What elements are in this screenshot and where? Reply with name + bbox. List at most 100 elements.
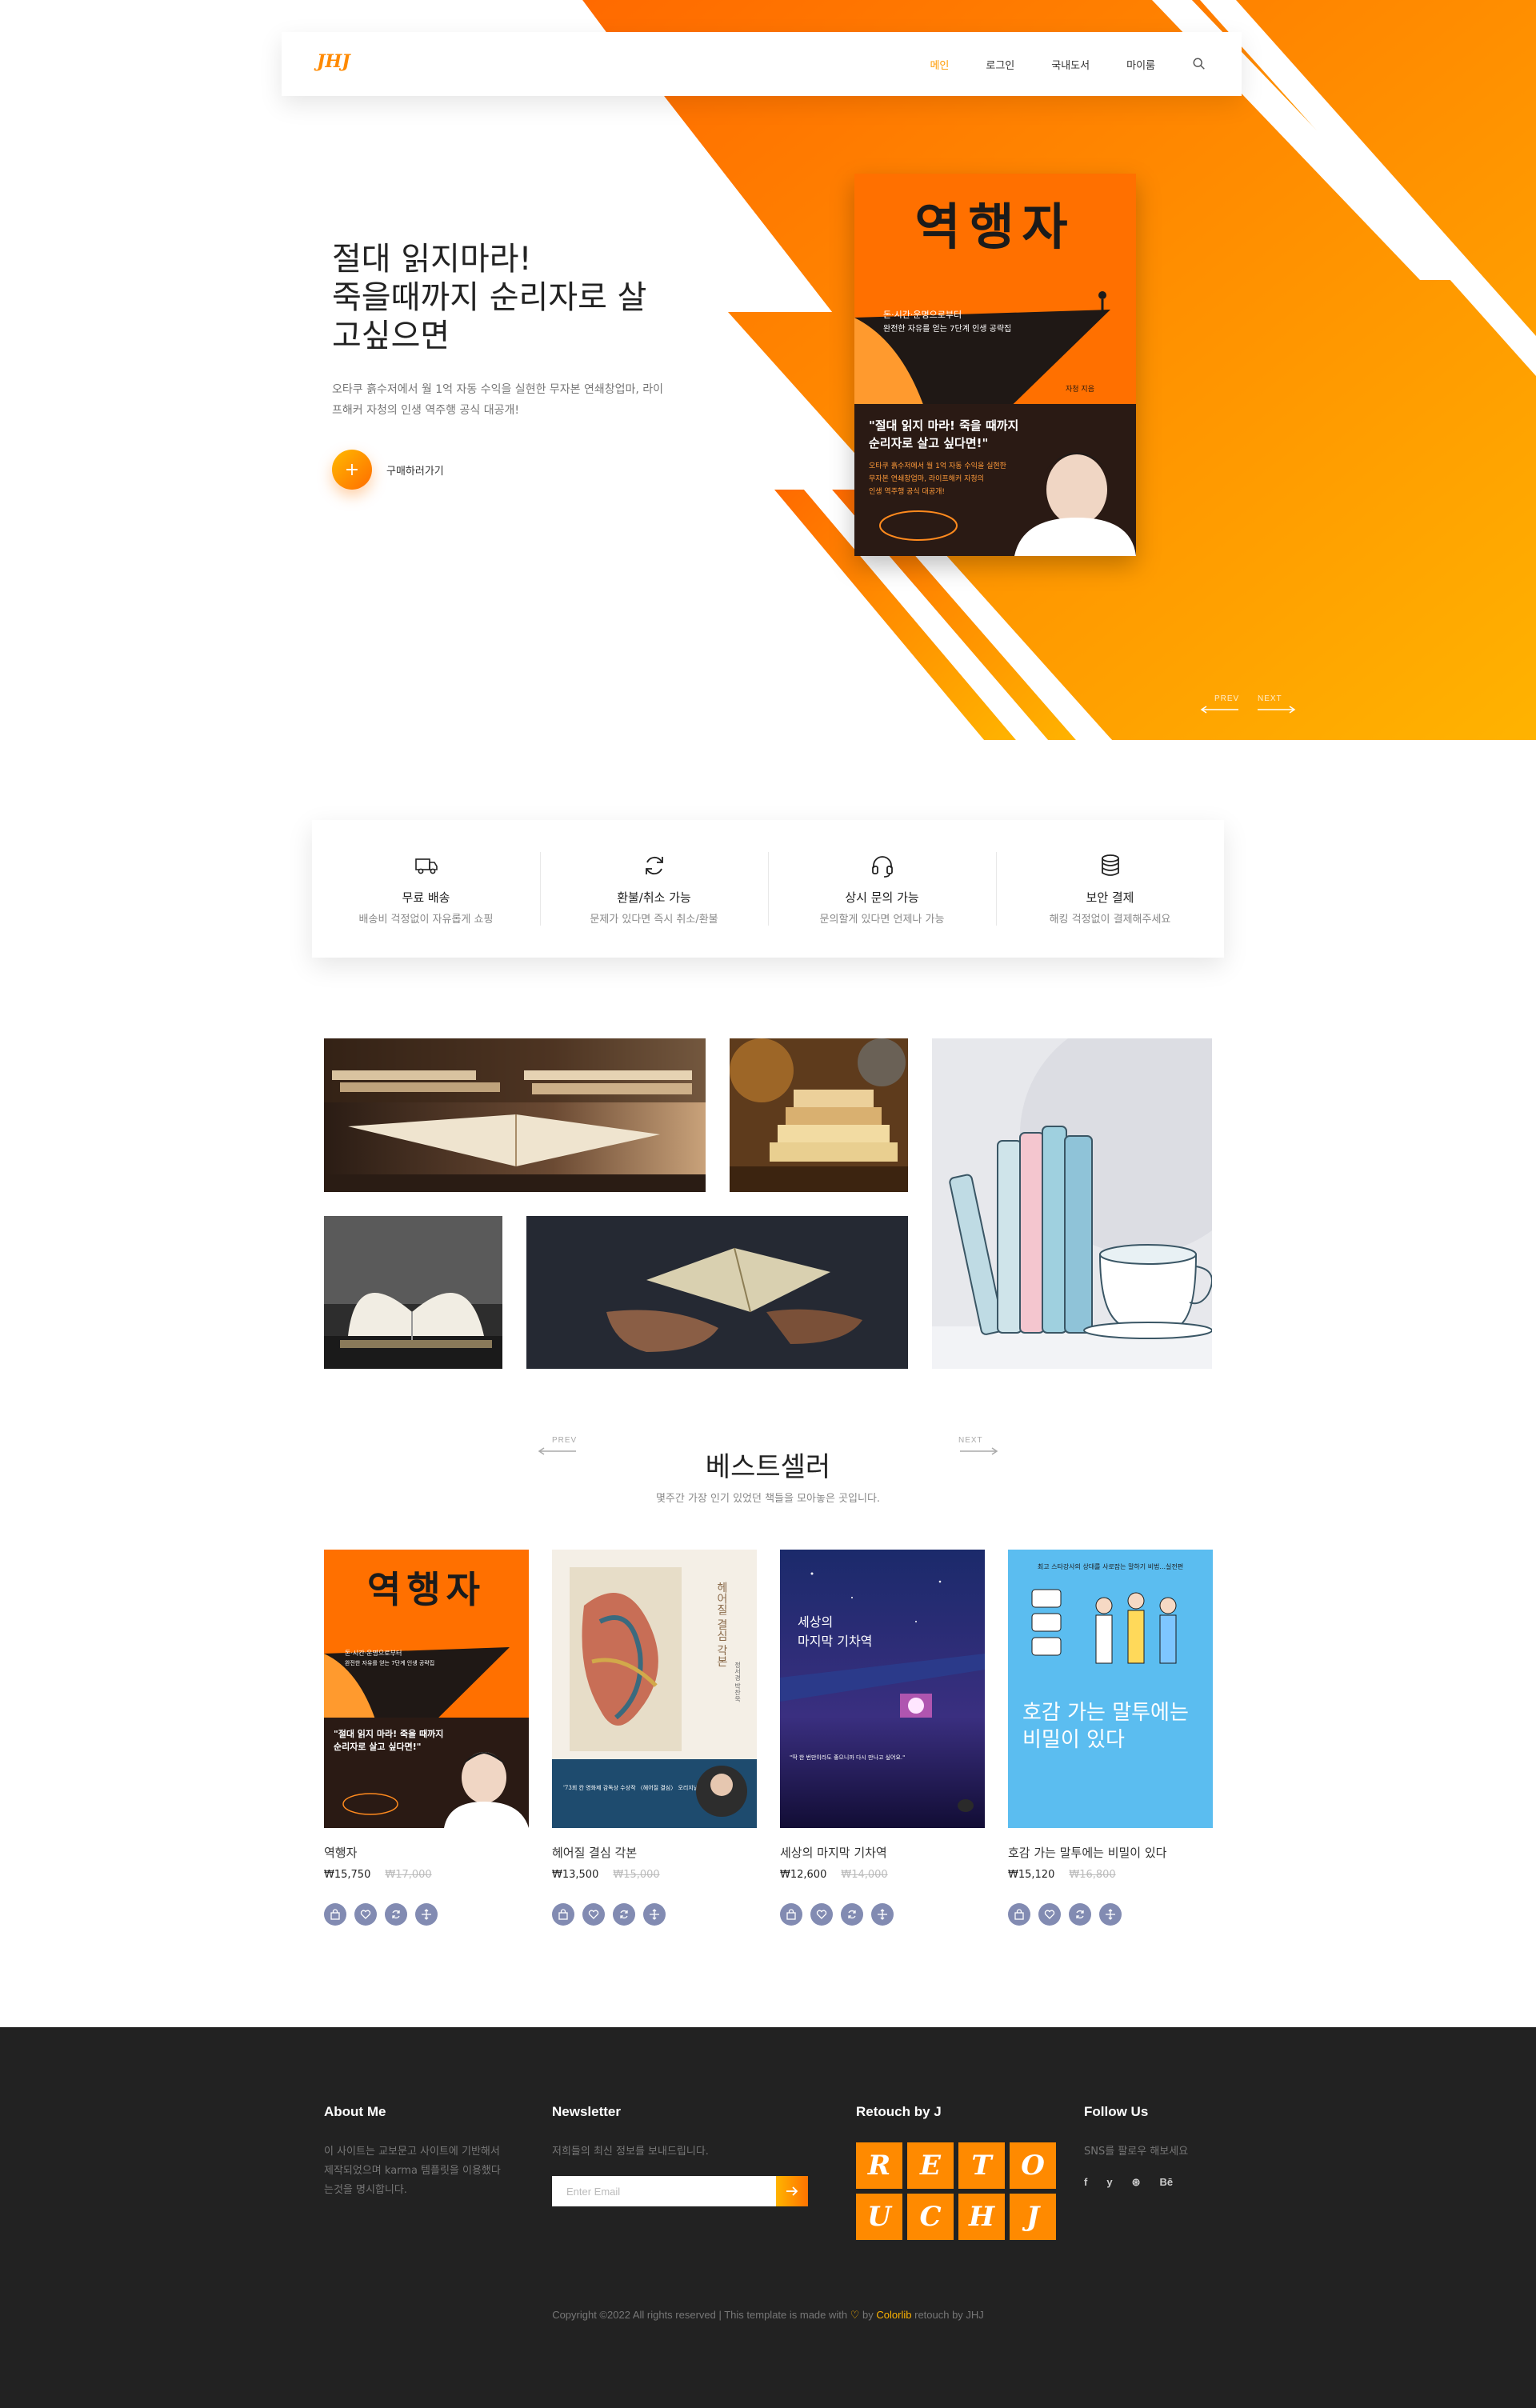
behance-icon[interactable]: Bē — [1159, 2176, 1173, 2189]
facebook-icon[interactable]: f — [1084, 2176, 1087, 2189]
hero-title-line-1: 절대 읽지마라! — [332, 241, 532, 278]
cover-title-line-1: 호감 가는 말투에는 — [1022, 1701, 1189, 1725]
product-actions — [1008, 1903, 1213, 1926]
retouch-tile: R — [856, 2142, 902, 2189]
quick-view-button[interactable] — [871, 1903, 894, 1926]
product-name[interactable]: 세상의 마지막 기차역 — [780, 1844, 985, 1861]
footer-about-text: 이 사이트는 교보문고 사이트에 기반해서 제작되었으며 karma 템플릿을 … — [324, 2142, 532, 2200]
sync-icon — [848, 1910, 856, 1919]
quick-view-button[interactable] — [415, 1903, 438, 1926]
cover-tagline-1: 돈·시간·운명으로부터 — [345, 1649, 402, 1657]
compare-button[interactable] — [1069, 1903, 1091, 1926]
add-to-cart-button[interactable] — [552, 1903, 574, 1926]
feature-subtitle: 문제가 있다면 즉시 취소/환불 — [590, 914, 718, 926]
move-icon — [650, 1909, 659, 1920]
arrow-left-icon — [1200, 706, 1238, 714]
hero-book-quote-2: 순리자로 살고 싶다면!" — [869, 436, 988, 450]
hero-book-author: 자청 지음 — [1066, 385, 1094, 394]
product-name[interactable]: 호감 가는 말투에는 비밀이 있다 — [1008, 1844, 1213, 1861]
gallery-image-heart-book[interactable] — [324, 1216, 502, 1369]
top-navbar: JHJ 메인 로그인 국내도서 마이룸 — [282, 32, 1242, 96]
gallery-image-hands-reading[interactable] — [526, 1216, 908, 1369]
product-name[interactable]: 헤어질 결심 각본 — [552, 1844, 757, 1861]
footer-follow-title: Follow Us — [1084, 2104, 1149, 2119]
retouch-tile: E — [907, 2142, 954, 2189]
cover-band-text: '73회 칸 영화제 감독상 수상작 〈헤어질 결심〉 오리지널 각본 — [563, 1784, 711, 1791]
hero-prev-button[interactable]: PREV — [1200, 694, 1246, 715]
product-card: 세상의 마지막 기차역 "딱 한 번만이라도 좋으니까 다시 만나고 싶어요."… — [780, 1550, 985, 1926]
bag-icon — [330, 1909, 340, 1920]
hero-banner: JHJ 메인 로그인 국내도서 마이룸 절대 읽지마라! 죽을때까지 순리자로 … — [0, 0, 1536, 740]
gallery-image-illustrated-books[interactable] — [932, 1038, 1212, 1369]
compare-button[interactable] — [841, 1903, 863, 1926]
product-image[interactable]: 최고 스타강사의 상대를 사로잡는 말하기 비법...실전편 호감 가는 말투에… — [1008, 1550, 1213, 1828]
move-icon — [878, 1909, 887, 1920]
buy-cta[interactable]: + 구매하러가기 — [332, 450, 700, 490]
colorlib-link[interactable]: Colorlib — [876, 2309, 911, 2321]
sync-icon — [392, 1910, 400, 1919]
wishlist-button[interactable] — [810, 1903, 833, 1926]
add-to-cart-button[interactable] — [780, 1903, 802, 1926]
nav-item-domestic-books[interactable]: 국내도서 — [1051, 57, 1090, 72]
compare-button[interactable] — [613, 1903, 635, 1926]
bag-icon — [1014, 1909, 1024, 1920]
retouch-tile: C — [907, 2194, 954, 2240]
search-icon[interactable] — [1192, 57, 1206, 71]
quick-view-button[interactable] — [643, 1903, 666, 1926]
sync-icon — [1076, 1910, 1084, 1919]
footer-about-title: About Me — [324, 2104, 386, 2119]
hero-book-tagline-2: 완전한 자유를 얻는 7단계 인생 공략집 — [883, 324, 1011, 334]
product-image[interactable]: 세상의 마지막 기차역 "딱 한 번만이라도 좋으니까 다시 만나고 싶어요." — [780, 1550, 985, 1828]
dribbble-icon[interactable]: ⊛ — [1132, 2176, 1141, 2189]
product-actions — [780, 1903, 985, 1926]
cover-quote-1: "절대 읽지 마라! 죽을 때까지 — [334, 1728, 443, 1739]
nav-item-myroom[interactable]: 마이룸 — [1126, 57, 1155, 72]
gallery-image-book-stacks[interactable] — [324, 1038, 706, 1192]
wishlist-button[interactable] — [354, 1903, 377, 1926]
add-to-cart-button[interactable] — [1008, 1903, 1030, 1926]
footer-about-line-2: 제작되었으며 karma 템플릿을 이용했다 — [324, 2165, 501, 2177]
add-to-cart-button[interactable] — [324, 1903, 346, 1926]
cover-title: 역행자 — [367, 1568, 486, 1611]
hero-prev-label: PREV — [1214, 694, 1240, 703]
wishlist-button[interactable] — [582, 1903, 605, 1926]
footer-newsletter: Newsletter 저희들의 최신 정보를 보내드립니다. — [552, 2104, 824, 2206]
hero-book-cover[interactable]: 역행자 돈·시간·운명으로부터 완전한 자유를 얻는 7단계 인생 공략집 자청… — [854, 174, 1136, 556]
site-footer: About Me 이 사이트는 교보문고 사이트에 기반해서 제작되었으며 ka… — [0, 2027, 1536, 2408]
retouch-tile: J — [1010, 2194, 1056, 2240]
compare-button[interactable] — [385, 1903, 407, 1926]
site-logo[interactable]: JHJ — [317, 51, 350, 72]
hero-book-title: 역행자 — [914, 198, 1075, 256]
newsletter-email-input[interactable] — [552, 2176, 776, 2206]
truck-icon — [414, 858, 438, 874]
nav-item-main[interactable]: 메인 — [930, 57, 949, 72]
feature-subtitle: 문의할게 있다면 언제나 가능 — [819, 914, 945, 926]
twitter-icon[interactable]: y — [1106, 2176, 1112, 2189]
arrow-right-icon — [1258, 706, 1296, 714]
footer-newsletter-text: 저희들의 최신 정보를 보내드립니다. — [552, 2146, 709, 2158]
footer-follow-text: SNS를 팔로우 해보세요 — [1084, 2146, 1189, 2158]
product-image[interactable]: 역행자 돈·시간·운명으로부터 완전한 자유를 얻는 7단계 인생 공략집 "절… — [324, 1550, 529, 1828]
sync-icon — [620, 1910, 628, 1919]
newsletter-submit-button[interactable] — [776, 2176, 808, 2206]
feature-subtitle: 배송비 걱정없이 자유롭게 쇼핑 — [358, 914, 494, 926]
hero-book-blurb-2: 무자본 연쇄창업마, 라이프해커 자청의 — [869, 474, 984, 483]
product-name[interactable]: 역행자 — [324, 1844, 529, 1861]
hero-book-blurb-1: 오타쿠 흙수저에서 월 1억 자동 수익을 실현한 — [869, 461, 1006, 470]
product-image[interactable]: 헤어질 결심 각본 정서경 박찬욱 '73회 칸 영화제 감독상 수상작 〈헤어… — [552, 1550, 757, 1828]
nav-item-login[interactable]: 로그인 — [986, 57, 1014, 72]
wishlist-button[interactable] — [1038, 1903, 1061, 1926]
copyright-retouch: retouch by JHJ — [914, 2309, 984, 2321]
book-cover-reverse-life: 역행자 돈·시간·운명으로부터 완전한 자유를 얻는 7단계 인생 공략집 "절… — [324, 1550, 529, 1828]
feature-title: 보안 결제 — [1086, 890, 1134, 905]
feature-subtitle: 해킹 걱정없이 결제해주세요 — [1049, 914, 1171, 926]
book-cover-likable-speech: 최고 스타강사의 상대를 사로잡는 말하기 비법...실전편 호감 가는 말투에… — [1008, 1550, 1213, 1828]
quick-view-button[interactable] — [1099, 1903, 1122, 1926]
feature-refund: 환불/취소 가능 문제가 있다면 즉시 취소/환불 — [540, 850, 768, 927]
buy-cta-label[interactable]: 구매하러가기 — [386, 462, 444, 478]
product-price: ₩15,750 — [324, 1869, 371, 1881]
plus-icon[interactable]: + — [332, 450, 372, 490]
cover-title-line-2: 마지막 기차역 — [798, 1634, 872, 1649]
gallery-image-book-pile[interactable] — [730, 1038, 908, 1192]
hero-next-button[interactable]: NEXT — [1256, 694, 1302, 715]
